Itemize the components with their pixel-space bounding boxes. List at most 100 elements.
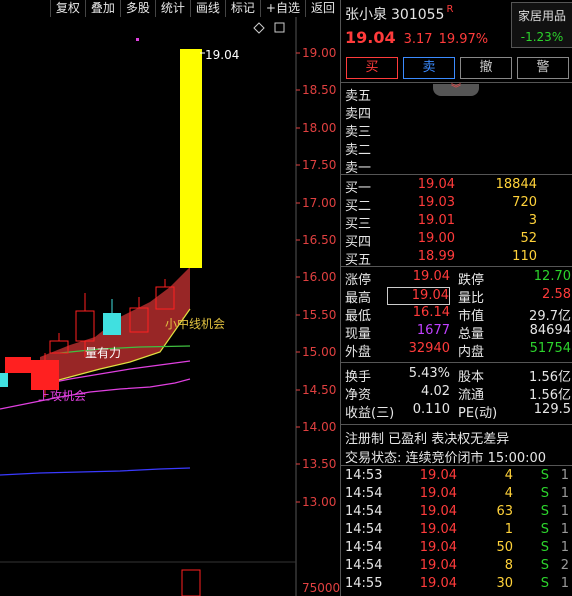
kline-chart[interactable]: 19.04 小中线机会 量有力 上攻机会 19.00 18.50 18.00 1… [0,17,340,596]
stat-key: 最低 [345,309,372,324]
tick-time: 14:54 [345,522,383,537]
tick-price: 19.04 [419,576,457,591]
price-axis-label: 18.50 [302,83,336,97]
bid-row: 买二 19.03 720 [345,195,571,214]
ask-label: 卖五 [345,89,372,104]
toolbar-button-draw-line[interactable]: 画线 [189,0,225,17]
trading-status: 交易状态: 连续竞价闭市 15:00:00 [345,451,547,466]
stock-code: 301055 [391,7,445,23]
annotation-attack-chance: 上攻机会 [38,389,86,403]
sector-change: -1.23% [520,30,564,44]
candle-down [103,313,121,335]
tick-row: 14:54 19.04 50 S 1 [345,540,571,558]
tick-side: S [540,558,549,573]
price-axis-label: 18.00 [302,121,336,135]
bid-volume: 3 [528,213,537,228]
stat-value: 84694 [529,323,571,338]
quote-panel: 张小泉 301055 R 家居用品 -1.23% 19.04 3.17 19.97% 买… [340,0,572,596]
divider [341,424,572,425]
stat-value: 19.04 [412,269,450,284]
stat-row: 现量 1677 总量 84694 [345,323,571,342]
bid-price: 19.03 [417,195,455,210]
ma-line-magenta-low [0,378,191,410]
toolbar-button-multi-stock[interactable]: 多股 [119,0,155,17]
high-price-label: 19.04 [205,48,239,62]
bid-row: 买三 19.01 3 [345,213,571,232]
ask-label: 卖四 [345,107,372,122]
stat-value: 19.04 [387,287,450,305]
tick-side: S [540,486,549,501]
toolbar-button-statistics[interactable]: 统计 [154,0,190,17]
stat-key: 净资 [345,388,372,403]
close-icon[interactable] [274,22,285,33]
price-row: 19.04 3.17 19.97% [345,28,488,47]
tick-volume: 4 [504,468,513,483]
tick-side: S [540,540,549,555]
alert-button[interactable]: 警 [517,57,569,79]
stock-title: 张小泉 301055 R [345,4,453,24]
tick-side: S [540,576,549,591]
bid-price: 18.99 [417,249,455,264]
stat-key: 量比 [458,291,485,306]
current-price: 19.04 [345,28,396,47]
tick-volume: 4 [504,486,513,501]
toolbar-button-restore-rights[interactable]: 复权 [49,0,85,17]
tick-time: 14:54 [345,558,383,573]
stat-key: 外盘 [345,345,372,360]
candle-up-hollow [75,310,95,342]
tick-time: 14:54 [345,486,383,501]
stat-row: 收益(三) 0.110 PE(动) 129.5 [345,402,571,421]
ask-row: 卖二 [345,139,571,158]
ma-line-blue [0,467,191,476]
stat-value: 5.43% [408,366,450,381]
buy-button[interactable]: 买 [346,57,398,79]
price-axis-label: 13.50 [302,457,336,471]
cancel-order-button[interactable]: 撤 [460,57,512,79]
bid-label: 买四 [345,235,372,250]
stat-key: 跌停 [458,273,485,288]
info-flags: 注册制 已盈利 表决权无差异 [345,432,510,447]
toolbar-button-mark[interactable]: 标记 [224,0,260,17]
sector-box[interactable]: 家居用品 -1.23% [511,2,572,48]
ask-volume [455,157,537,175]
stat-value: 32940 [408,341,450,356]
bid-label: 买五 [345,253,372,268]
stat-key: 收益(三) [345,406,395,421]
divider [341,266,572,267]
candle-down [0,373,8,387]
stat-value: 129.5 [533,402,571,417]
tick-volume: 8 [504,558,513,573]
stat-row: 换手 5.43% 股本 1.56亿 [345,366,571,385]
diamond-icon[interactable] [253,22,265,34]
candle-limit-up [180,49,202,268]
stat-row: 最低 16.14 市值 29.7亿 [345,305,571,324]
sell-button[interactable]: 卖 [403,57,455,79]
bid-volume: 110 [512,249,537,264]
ask-label: 卖一 [345,161,372,176]
tick-volume: 30 [496,576,513,591]
toolbar-button-overlay[interactable]: 叠加 [84,0,120,17]
price-axis: 19.00 18.50 18.00 17.50 17.00 16.50 16.0… [302,46,340,595]
stat-row: 净资 4.02 流通 1.56亿 [345,384,571,403]
divider [341,82,572,83]
price-axis-label: 15.00 [302,345,336,359]
tick-side: S [540,504,549,519]
bid-volume: 52 [520,231,537,246]
stat-value: 1.56亿 [529,370,571,385]
tick-price: 19.04 [419,486,457,501]
price-change: 3.17 [403,32,433,47]
price-axis-label: 16.00 [302,270,336,284]
tick-time: 14:55 [345,576,383,591]
stat-value: 4.02 [421,384,450,399]
price-axis-label: 17.00 [302,196,336,210]
toolbar-button-back[interactable]: 返回 [304,0,340,17]
stat-value: 51754 [529,341,571,356]
price-axis-label: 14.50 [302,383,336,397]
ask-volume [455,139,537,157]
toolbar-button-add-watchlist[interactable]: +自选 [259,0,305,17]
divider [341,174,572,175]
stat-key: 现量 [345,327,372,342]
ask-volume [455,121,537,139]
bid-row: 买一 19.04 18844 [345,177,571,196]
stat-key: 流通 [458,388,485,403]
